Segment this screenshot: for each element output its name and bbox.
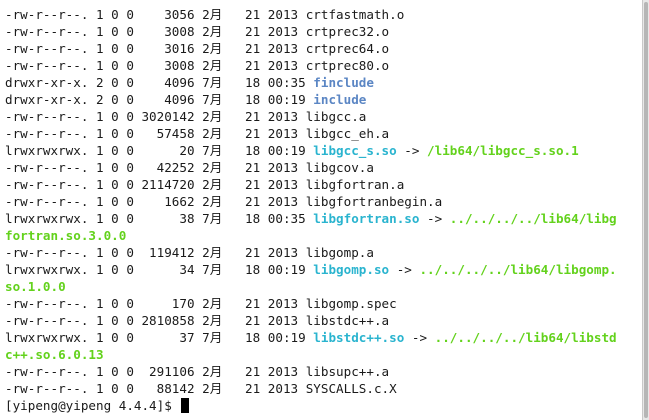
- file-name: libgcc.a: [305, 109, 367, 124]
- file-meta: -rw-r--r--. 1 0 0 291106 2月 21 2013: [5, 364, 306, 379]
- symlink-arrow: ->: [389, 262, 420, 277]
- symlink-arrow: ->: [404, 330, 435, 345]
- listing-row: lrwxrwxrwx. 1 0 0 20 7月 18 00:19 libgcc_…: [5, 142, 642, 159]
- file-name: libgcov.a: [305, 160, 374, 175]
- file-meta: drwxr-xr-x. 2 0 0 4096 7月 18 00:35: [5, 75, 314, 90]
- file-name: libgcc_eh.a: [305, 126, 390, 141]
- listing-row: -rw-r--r--. 1 0 0 3056 2月 21 2013 crtfas…: [5, 6, 642, 23]
- listing-row: -rw-r--r--. 1 0 0 2810858 2月 21 2013 lib…: [5, 312, 642, 329]
- listing-row: -rw-r--r--. 1 0 0 57458 2月 21 2013 libgc…: [5, 125, 642, 142]
- symlink-name: libgomp.so: [313, 262, 390, 277]
- listing-row: -rw-r--r--. 1 0 0 3016 2月 21 2013 crtpre…: [5, 40, 642, 57]
- file-name: crtprec32.o: [305, 24, 390, 39]
- file-meta: -rw-r--r--. 1 0 0 3008 2月 21 2013: [5, 58, 306, 73]
- file-name: libsupc++.a: [305, 364, 390, 379]
- file-name: libgfortranbegin.a: [305, 194, 443, 209]
- listing-row: -rw-r--r--. 1 0 0 2114720 2月 21 2013 lib…: [5, 176, 642, 193]
- listing-row: -rw-r--r--. 1 0 0 3020142 2月 21 2013 lib…: [5, 108, 642, 125]
- listing-row: -rw-r--r--. 1 0 0 3008 2月 21 2013 crtpre…: [5, 57, 642, 74]
- listing-row: drwxr-xr-x. 2 0 0 4096 7月 18 00:35 fincl…: [5, 74, 642, 91]
- terminal-window: -rw-r--r--. 1 0 0 3056 2月 21 2013 crtfas…: [0, 0, 649, 420]
- listing-row: -rw-r--r--. 1 0 0 42252 2月 21 2013 libgc…: [5, 159, 642, 176]
- file-meta: -rw-r--r--. 1 0 0 2114720 2月 21 2013: [5, 177, 306, 192]
- file-meta: lrwxrwxrwx. 1 0 0 34 7月 18 00:19: [5, 262, 314, 277]
- file-meta: -rw-r--r--. 1 0 0 3008 2月 21 2013: [5, 24, 306, 39]
- listing-row-continuation: c++.so.6.0.13: [5, 346, 642, 363]
- file-meta: -rw-r--r--. 1 0 0 1662 2月 21 2013: [5, 194, 306, 209]
- file-meta: -rw-r--r--. 1 0 0 42252 2月 21 2013: [5, 160, 306, 175]
- symlink-target: ../../../../lib64/libstd: [434, 330, 617, 345]
- file-name: libstdc++.a: [305, 313, 390, 328]
- file-meta: lrwxrwxrwx. 1 0 0 37 7月 18 00:19: [5, 330, 314, 345]
- file-name: libgfortran.a: [305, 177, 405, 192]
- listing-row-continuation: so.1.0.0: [5, 278, 642, 295]
- symlink-target-continuation: c++.so.6.0.13: [5, 347, 104, 362]
- file-name: SYSCALLS.c.X: [305, 381, 397, 396]
- symlink-target: ../../../../lib64/libgomp.: [419, 262, 617, 277]
- symlink-target-continuation: so.1.0.0: [5, 279, 66, 294]
- symlink-arrow: ->: [419, 211, 450, 226]
- prompt-line[interactable]: [yipeng@yipeng 4.4.4]$: [5, 397, 642, 414]
- shell-prompt: [yipeng@yipeng 4.4.4]$: [5, 398, 180, 413]
- file-meta: -rw-r--r--. 1 0 0 3056 2月 21 2013: [5, 7, 306, 22]
- listing-row: -rw-r--r--. 1 0 0 170 2月 21 2013 libgomp…: [5, 295, 642, 312]
- directory-name: finclude: [313, 75, 374, 90]
- scrollbar-thumb[interactable]: [644, 2, 648, 418]
- file-name: libgomp.spec: [305, 296, 397, 311]
- symlink-target-continuation: fortran.so.3.0.0: [5, 228, 127, 243]
- file-meta: lrwxrwxrwx. 1 0 0 38 7月 18 00:35: [5, 211, 314, 226]
- listing-row: -rw-r--r--. 1 0 0 1662 2月 21 2013 libgfo…: [5, 193, 642, 210]
- file-meta: -rw-r--r--. 1 0 0 119412 2月 21 2013: [5, 245, 306, 260]
- symlink-name: libgcc_s.so: [313, 143, 397, 158]
- file-meta: -rw-r--r--. 1 0 0 3016 2月 21 2013: [5, 41, 306, 56]
- vertical-scrollbar[interactable]: [642, 0, 649, 420]
- listing-row: -rw-r--r--. 1 0 0 3008 2月 21 2013 crtpre…: [5, 23, 642, 40]
- symlink-arrow: ->: [396, 143, 428, 158]
- file-meta: drwxr-xr-x. 2 0 0 4096 7月 18 00:19: [5, 92, 314, 107]
- symlink-name: libstdc++.so: [313, 330, 405, 345]
- listing-row-continuation: fortran.so.3.0.0: [5, 227, 642, 244]
- text-cursor: [181, 398, 190, 413]
- file-meta: -rw-r--r--. 1 0 0 170 2月 21 2013: [5, 296, 306, 311]
- terminal-output[interactable]: -rw-r--r--. 1 0 0 3056 2月 21 2013 crtfas…: [0, 0, 642, 420]
- file-name: libgomp.a: [305, 245, 374, 260]
- listing-row: lrwxrwxrwx. 1 0 0 38 7月 18 00:35 libgfor…: [5, 210, 642, 227]
- directory-name: include: [313, 92, 367, 107]
- symlink-target: ../../../../lib64/libg: [449, 211, 617, 226]
- symlink-name: libgfortran.so: [313, 211, 420, 226]
- file-meta: lrwxrwxrwx. 1 0 0 20 7月 18 00:19: [5, 143, 314, 158]
- file-meta: -rw-r--r--. 1 0 0 2810858 2月 21 2013: [5, 313, 306, 328]
- file-name: crtfastmath.o: [305, 7, 405, 22]
- file-meta: -rw-r--r--. 1 0 0 57458 2月 21 2013: [5, 126, 306, 141]
- listing-row: -rw-r--r--. 1 0 0 119412 2月 21 2013 libg…: [5, 244, 642, 261]
- file-meta: -rw-r--r--. 1 0 0 88142 2月 21 2013: [5, 381, 306, 396]
- listing-row: -rw-r--r--. 1 0 0 88142 2月 21 2013 SYSCA…: [5, 380, 642, 397]
- listing-row: lrwxrwxrwx. 1 0 0 37 7月 18 00:19 libstdc…: [5, 329, 642, 346]
- listing-row: drwxr-xr-x. 2 0 0 4096 7月 18 00:19 inclu…: [5, 91, 642, 108]
- listing-row: -rw-r--r--. 1 0 0 291106 2月 21 2013 libs…: [5, 363, 642, 380]
- listing-row: lrwxrwxrwx. 1 0 0 34 7月 18 00:19 libgomp…: [5, 261, 642, 278]
- symlink-target: /lib64/libgcc_s.so.1: [427, 143, 579, 158]
- file-meta: -rw-r--r--. 1 0 0 3020142 2月 21 2013: [5, 109, 306, 124]
- file-name: crtprec80.o: [305, 58, 390, 73]
- file-name: crtprec64.o: [305, 41, 390, 56]
